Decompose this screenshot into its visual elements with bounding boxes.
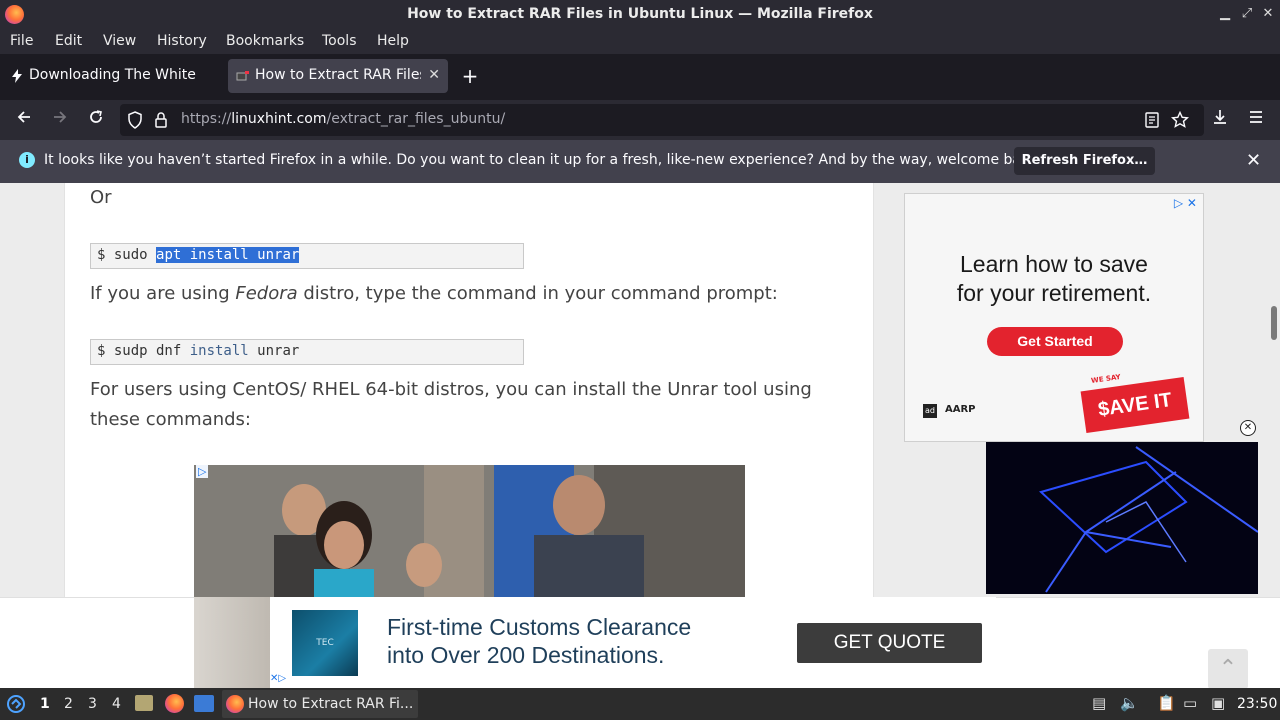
window-title: How to Extract RAR Files in Ubuntu Linux… [407,6,873,22]
code-block-dnf[interactable]: $ sudp dnf install unrar [90,339,524,365]
desktop-taskbar: 1 2 3 4 How to Extract RAR Fi... ▤ 🔈 📋 ▭… [0,688,1280,720]
clock: 23:50 [1237,696,1278,712]
we-say-label: WE SAY [1090,372,1122,386]
scrollbar-thumb[interactable] [1271,306,1277,340]
bookmark-star-icon[interactable] [1170,110,1190,133]
code-block-apt[interactable]: $ sudo apt install unrar [90,243,524,269]
linuxhint-favicon-icon [235,68,251,84]
forward-button[interactable] [48,108,72,132]
start-menu-icon[interactable] [6,694,26,718]
window-titlebar: How to Extract RAR Files in Ubuntu Linux… [0,0,1280,30]
menu-history[interactable]: History [157,33,207,49]
info-icon: i [19,152,35,168]
url-text[interactable]: https://linuxhint.com/extract_rar_files_… [181,111,505,127]
close-window-button[interactable]: ✕ [1258,4,1278,24]
tec-logo: TEC [292,610,358,676]
ad-headline: Learn how to save for your retirement. [956,251,1152,306]
padlock-icon[interactable] [154,111,168,133]
back-arrow-icon [17,111,30,123]
aarp-logo: AARP [945,404,976,415]
street-photo-ad[interactable]: ▷ [194,465,745,605]
downloads-button[interactable] [1208,108,1232,132]
forward-arrow-icon [54,111,67,123]
tab-downloading-white-house[interactable]: Downloading The White House [2,59,224,93]
lightning-icon [9,68,25,84]
tracking-protection-shield-icon[interactable] [127,111,143,133]
menu-bar: File Edit View History Bookmarks Tools H… [0,30,1280,54]
maximize-button[interactable]: ⤢ [1237,4,1257,24]
aarp-sidebar-ad[interactable]: ▷ ✕ Learn how to save for your retirement… [904,193,1204,442]
scroll-to-top-button[interactable]: ⌃ [1208,649,1248,688]
app-menu-button[interactable] [1244,108,1268,132]
tab-extract-rar[interactable]: How to Extract RAR Files in Ubuntu Linux… [228,59,448,93]
menu-help[interactable]: Help [377,33,409,49]
tab-label: Downloading The White House [29,67,197,83]
workspace-1[interactable]: 1 [40,696,50,712]
workspace-4[interactable]: 4 [112,696,121,712]
taskbar-firefox-window[interactable]: How to Extract RAR Fi... [222,690,418,718]
tab-strip: Downloading The White House How to Extra… [0,54,1280,100]
terminal-launcher-icon[interactable] [194,695,214,712]
adchoices-icon[interactable]: ▷ [196,465,209,478]
volume-icon[interactable]: 🔈 [1120,694,1139,712]
notifications-icon[interactable]: ▣ [1211,694,1225,712]
navigation-toolbar: https://linuxhint.com/extract_rar_files_… [0,100,1280,140]
workspace-2[interactable]: 2 [64,696,73,712]
file-manager-icon[interactable] [135,695,153,711]
back-button[interactable] [12,108,36,132]
firefox-task-icon [226,695,244,713]
new-tab-button[interactable]: + [458,64,482,88]
reader-view-icon[interactable] [1144,112,1160,132]
tab-label: How to Extract RAR Files in Ubuntu Linux [255,67,421,83]
notification-message: It looks like you haven’t started Firefo… [44,152,1043,168]
menu-bookmarks[interactable]: Bookmarks [226,33,304,49]
get-started-button[interactable]: Get Started [987,327,1123,356]
video-ad[interactable] [986,442,1258,594]
video-ad-close-icon[interactable]: ✕ [1240,420,1256,436]
close-tab-icon[interactable]: ✕ [428,67,440,83]
paragraph-centos-line1: For users using CentOS/ RHEL 64-bit dist… [90,379,812,400]
url-bar[interactable]: https://linuxhint.com/extract_rar_files_… [120,104,1204,136]
clipboard-icon[interactable]: 📋 [1157,694,1176,712]
menu-tools[interactable]: Tools [322,33,357,49]
firefox-launcher-icon[interactable] [165,694,184,713]
customs-banner-ad[interactable]: TEC First-time Customs Clearance into Ove… [270,597,996,688]
refresh-firefox-button[interactable]: Refresh Firefox… [1014,147,1155,175]
adchoices-icon[interactable]: ✕▷ [270,673,286,684]
save-it-badge: $AVE IT [1080,376,1190,434]
menu-view[interactable]: View [103,33,136,49]
reload-button[interactable] [84,108,108,132]
network-icon[interactable]: ▭ [1183,694,1197,712]
ad-council-logo-icon: ad [923,404,937,418]
tray-updates-icon[interactable]: ▤ [1092,694,1106,712]
menu-edit[interactable]: Edit [55,33,82,49]
hamburger-menu-icon [1250,111,1262,123]
download-icon [1214,110,1226,124]
menu-file[interactable]: File [10,33,33,49]
text-or: Or [90,187,112,208]
workspace-3[interactable]: 3 [88,696,97,712]
paragraph-centos-line2: these commands: [90,409,251,430]
page-viewport: Or $ sudo apt install unrar If you are u… [0,183,1280,688]
selected-text: apt install unrar [156,247,300,263]
paragraph-fedora: If you are using Fedora distro, type the… [90,283,778,304]
ad-close-icon[interactable]: ▷ ✕ [1174,196,1197,210]
banner-headline: First-time Customs Clearance into Over 20… [387,614,692,668]
get-quote-button[interactable]: GET QUOTE [797,623,982,663]
banner-left-image [194,597,270,688]
close-notification-icon[interactable]: ✕ [1246,150,1261,171]
task-label: How to Extract RAR Fi... [248,696,414,712]
minimize-button[interactable]: ▁ [1215,4,1235,24]
reload-icon [90,110,102,123]
refresh-firefox-notification: i It looks like you haven’t started Fire… [0,140,1280,183]
